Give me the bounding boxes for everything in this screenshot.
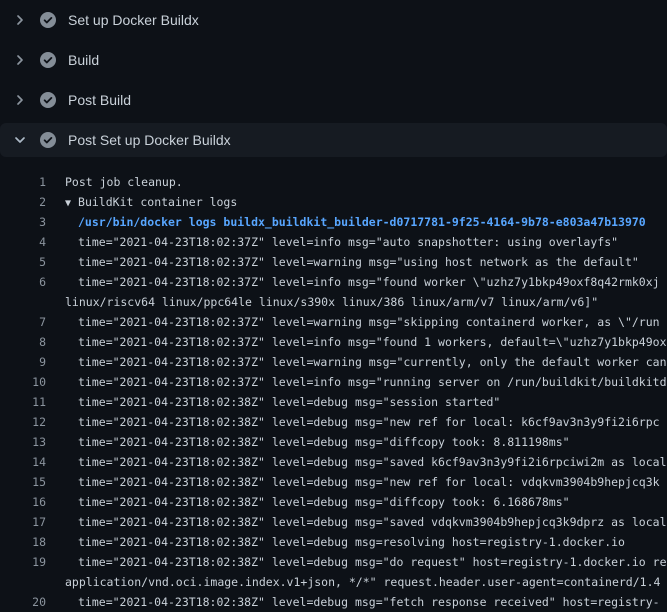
log-line-number[interactable]: 19 bbox=[0, 552, 46, 572]
log-line-text: time="2021-04-23T18:02:37Z" level=warnin… bbox=[78, 352, 667, 372]
log-line-number[interactable]: 1 bbox=[0, 172, 46, 192]
log-line: 10 time="2021-04-23T18:02:37Z" level=inf… bbox=[0, 372, 667, 392]
log-line-number[interactable]: 11 bbox=[0, 392, 46, 412]
log-line-number[interactable]: 6 bbox=[0, 272, 46, 292]
log-line: 1 Post job cleanup. bbox=[0, 172, 667, 192]
log-line-number[interactable]: 7 bbox=[0, 312, 46, 332]
log-line: 8 time="2021-04-23T18:02:37Z" level=info… bbox=[0, 332, 667, 352]
log-line: 19 time="2021-04-23T18:02:38Z" level=deb… bbox=[0, 552, 667, 572]
log-line-text: time="2021-04-23T18:02:38Z" level=debug … bbox=[78, 492, 667, 512]
log-line-number[interactable]: 17 bbox=[0, 512, 46, 532]
log-line-text: Post job cleanup. bbox=[65, 172, 667, 192]
log-line-number[interactable]: 16 bbox=[0, 492, 46, 512]
log-line-number[interactable]: 14 bbox=[0, 452, 46, 472]
log-line-number[interactable]: 13 bbox=[0, 432, 46, 452]
log-line-text: time="2021-04-23T18:02:37Z" level=warnin… bbox=[78, 312, 667, 332]
step-title: Set up Docker Buildx bbox=[68, 12, 199, 28]
log-line-number[interactable]: 5 bbox=[0, 252, 46, 272]
log-line: 14 time="2021-04-23T18:02:38Z" level=deb… bbox=[0, 452, 667, 472]
log-line-number[interactable]: 3 bbox=[0, 212, 46, 232]
step-title: Post Set up Docker Buildx bbox=[68, 132, 231, 148]
log-line-text: time="2021-04-23T18:02:38Z" level=debug … bbox=[78, 452, 667, 472]
log-line-text: time="2021-04-23T18:02:38Z" level=debug … bbox=[78, 472, 667, 492]
log-line-number[interactable]: 9 bbox=[0, 352, 46, 372]
step-header[interactable]: Post Build bbox=[0, 83, 667, 117]
log-line-text: linux/riscv64 linux/ppc64le linux/s390x … bbox=[65, 292, 667, 312]
log-line: 12 time="2021-04-23T18:02:38Z" level=deb… bbox=[0, 412, 667, 432]
log-line-number[interactable]: 4 bbox=[0, 232, 46, 252]
log-line-text: time="2021-04-23T18:02:38Z" level=debug … bbox=[78, 392, 667, 412]
log-line-text: time="2021-04-23T18:02:37Z" level=info m… bbox=[78, 332, 667, 352]
log-line-number[interactable]: 18 bbox=[0, 532, 46, 552]
group-title: BuildKit container logs bbox=[78, 195, 237, 209]
log-line: 6 time="2021-04-23T18:02:37Z" level=info… bbox=[0, 272, 667, 292]
log-line-number bbox=[0, 572, 46, 592]
log-line-text: time="2021-04-23T18:02:38Z" level=debug … bbox=[78, 432, 667, 452]
log-line-text: time="2021-04-23T18:02:38Z" level=debug … bbox=[78, 512, 667, 532]
log-line-number[interactable]: 20 bbox=[0, 592, 46, 612]
chevron-right-icon bbox=[12, 52, 28, 68]
step-header[interactable]: Set up Docker Buildx bbox=[0, 3, 667, 37]
check-circle-icon bbox=[40, 52, 56, 68]
log-group-toggle[interactable]: 2 ▼ BuildKit container logs bbox=[0, 192, 667, 212]
log-command-text: /usr/bin/docker logs buildx_buildkit_bui… bbox=[78, 212, 667, 232]
log-line-text: time="2021-04-23T18:02:38Z" level=debug … bbox=[78, 412, 667, 432]
log-line: 7 time="2021-04-23T18:02:37Z" level=warn… bbox=[0, 312, 667, 332]
log-line-text: application/vnd.oci.image.index.v1+json,… bbox=[65, 572, 667, 592]
log-line: 5 time="2021-04-23T18:02:37Z" level=warn… bbox=[0, 252, 667, 272]
log-line-text: time="2021-04-23T18:02:37Z" level=warnin… bbox=[78, 252, 667, 272]
log-line: 13 time="2021-04-23T18:02:38Z" level=deb… bbox=[0, 432, 667, 452]
log-line-number[interactable]: 2 bbox=[0, 192, 46, 212]
chevron-right-icon bbox=[12, 92, 28, 108]
log-line-command: 3 /usr/bin/docker logs buildx_buildkit_b… bbox=[0, 212, 667, 232]
log-line-text: time="2021-04-23T18:02:37Z" level=info m… bbox=[78, 232, 667, 252]
log-line: 16 time="2021-04-23T18:02:38Z" level=deb… bbox=[0, 492, 667, 512]
log-line-wrap: application/vnd.oci.image.index.v1+json,… bbox=[0, 572, 667, 592]
log-line-text: time="2021-04-23T18:02:37Z" level=info m… bbox=[78, 372, 667, 392]
log-line: 20 time="2021-04-23T18:02:38Z" level=deb… bbox=[0, 592, 667, 612]
check-circle-icon bbox=[40, 92, 56, 108]
log-line-text: time="2021-04-23T18:02:37Z" level=info m… bbox=[78, 272, 667, 292]
log-line-number[interactable]: 10 bbox=[0, 372, 46, 392]
chevron-right-icon bbox=[12, 12, 28, 28]
log-output: 1 Post job cleanup. 2 ▼ BuildKit containe… bbox=[0, 160, 667, 612]
step-title: Build bbox=[68, 52, 99, 68]
step-title: Post Build bbox=[68, 92, 131, 108]
step-set-up-docker-buildx: Set up Docker Buildx bbox=[0, 0, 667, 40]
log-group-text: ▼ BuildKit container logs bbox=[65, 192, 667, 212]
group-collapse-icon[interactable]: ▼ bbox=[65, 198, 71, 209]
step-post-build: Post Build bbox=[0, 80, 667, 120]
step-build: Build bbox=[0, 40, 667, 80]
log-line: 17 time="2021-04-23T18:02:38Z" level=deb… bbox=[0, 512, 667, 532]
step-header[interactable]: Build bbox=[0, 43, 667, 77]
log-line: 4 time="2021-04-23T18:02:37Z" level=info… bbox=[0, 232, 667, 252]
log-line-wrap: linux/riscv64 linux/ppc64le linux/s390x … bbox=[0, 292, 667, 312]
check-circle-icon bbox=[40, 132, 56, 148]
log-line: 9 time="2021-04-23T18:02:37Z" level=warn… bbox=[0, 352, 667, 372]
log-line-text: time="2021-04-23T18:02:38Z" level=debug … bbox=[78, 532, 667, 552]
log-line-number bbox=[0, 292, 46, 312]
log-line-number[interactable]: 15 bbox=[0, 472, 46, 492]
check-circle-icon bbox=[40, 12, 56, 28]
log-line-text: time="2021-04-23T18:02:38Z" level=debug … bbox=[78, 552, 667, 572]
log-line-text: time="2021-04-23T18:02:38Z" level=debug … bbox=[78, 592, 667, 612]
log-line: 15 time="2021-04-23T18:02:38Z" level=deb… bbox=[0, 472, 667, 492]
steps-list: Set up Docker Buildx Build Post Build Po… bbox=[0, 0, 667, 160]
step-header[interactable]: Post Set up Docker Buildx bbox=[0, 123, 667, 157]
chevron-down-icon bbox=[12, 132, 28, 148]
log-line-number[interactable]: 8 bbox=[0, 332, 46, 352]
step-post-set-up-docker-buildx: Post Set up Docker Buildx bbox=[0, 120, 667, 160]
log-line: 11 time="2021-04-23T18:02:38Z" level=deb… bbox=[0, 392, 667, 412]
log-line-number[interactable]: 12 bbox=[0, 412, 46, 432]
log-line: 18 time="2021-04-23T18:02:38Z" level=deb… bbox=[0, 532, 667, 552]
